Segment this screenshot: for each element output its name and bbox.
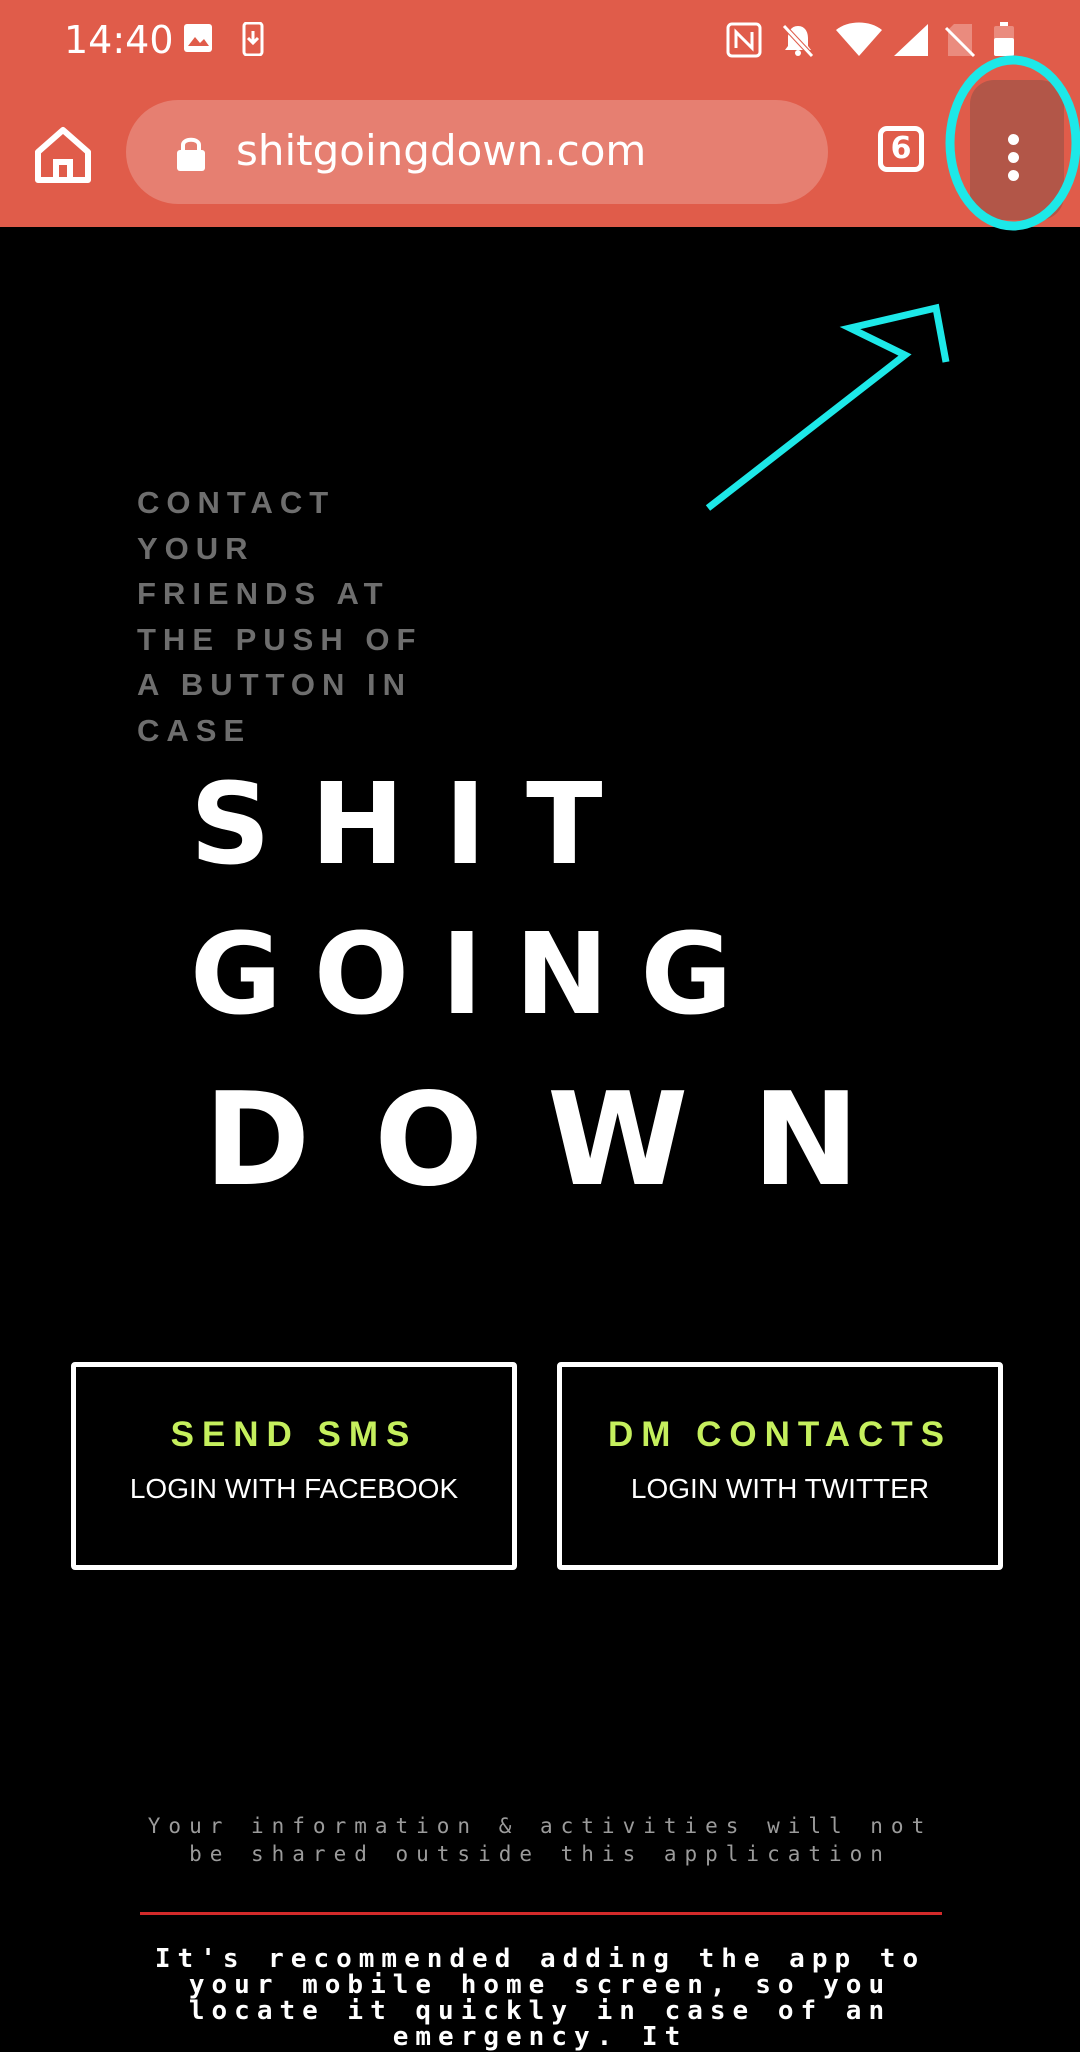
download-phone-icon xyxy=(242,21,264,61)
url-bar[interactable]: shitgoingdown.com xyxy=(126,100,828,204)
lock-icon xyxy=(174,134,208,172)
privacy-notice: Your information & activities will not b… xyxy=(147,1814,933,1866)
status-time: 14:40 xyxy=(64,18,174,62)
add-to-homescreen-notice: It's recommended adding the app to your … xyxy=(154,1944,926,2052)
browser-chrome: 14:40 shitgoingdown.com 6 xyxy=(0,0,1080,227)
overflow-menu-button[interactable] xyxy=(958,80,1068,227)
url-text: shitgoingdown.com xyxy=(236,126,647,175)
battery-icon xyxy=(992,22,1016,63)
login-twitter-label: LOGIN WITH TWITTER xyxy=(630,1473,930,1504)
browser-toolbar: shitgoingdown.com 6 xyxy=(0,80,1080,227)
wifi-icon xyxy=(834,22,884,63)
nfc-icon xyxy=(726,22,762,63)
send-sms-label: SEND SMS xyxy=(170,1415,418,1454)
hero-title-line-1: SHIT xyxy=(190,760,643,890)
no-sim-icon xyxy=(944,22,976,63)
send-sms-button[interactable]: SEND SMS LOGIN WITH FACEBOOK xyxy=(71,1362,517,1570)
home-icon xyxy=(35,127,91,183)
signal-icon xyxy=(892,22,930,63)
mute-bell-icon xyxy=(780,22,816,63)
dm-contacts-label: DM CONTACTS xyxy=(608,1415,952,1454)
login-facebook-label: LOGIN WITH FACEBOOK xyxy=(129,1473,459,1504)
more-vert-icon xyxy=(1008,134,1020,182)
image-icon xyxy=(182,22,214,59)
annotation-arrow xyxy=(705,303,950,511)
footer-divider xyxy=(140,1912,942,1915)
hero-tagline: CONTACT YOUR FRIENDS AT THE PUSH OF A BU… xyxy=(137,485,423,748)
dm-contacts-button[interactable]: DM CONTACTS LOGIN WITH TWITTER xyxy=(557,1362,1003,1570)
status-bar: 14:40 xyxy=(0,0,1080,80)
hero-title-line-2: GOING xyxy=(190,910,765,1040)
home-button[interactable] xyxy=(30,122,96,188)
tab-switcher-button[interactable]: 6 xyxy=(878,126,924,172)
hero-title-line-3: DOWN xyxy=(204,1066,924,1215)
